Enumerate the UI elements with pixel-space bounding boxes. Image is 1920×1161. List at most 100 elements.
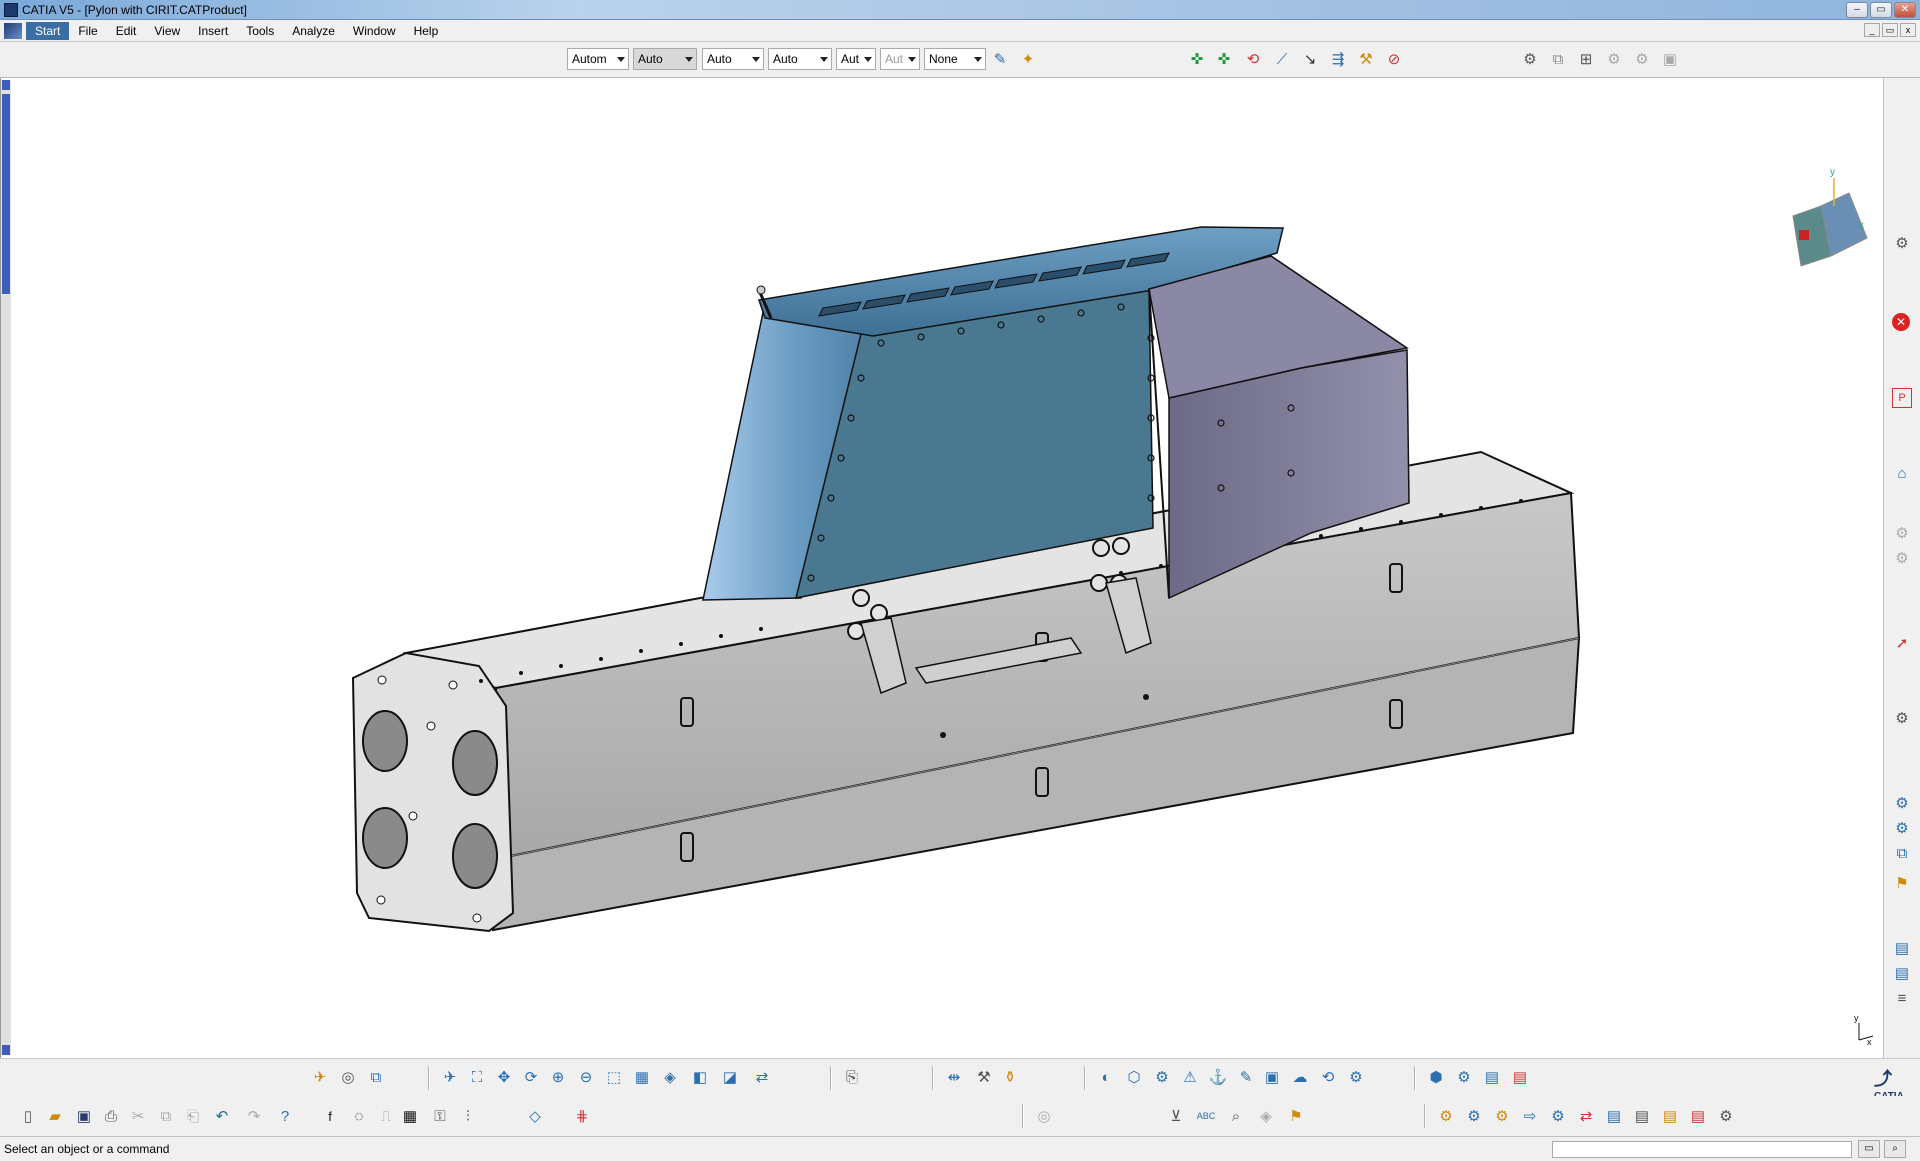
lock-icon[interactable]: ⚿ bbox=[430, 1106, 450, 1126]
scroll-thumb[interactable] bbox=[2, 94, 10, 294]
table-icon[interactable]: ▦ bbox=[400, 1106, 420, 1126]
pcs-icon[interactable]: P bbox=[1892, 388, 1912, 408]
fix-together-icon[interactable]: ⚙ bbox=[1892, 548, 1912, 568]
measure-item-icon[interactable]: ⊞ bbox=[1576, 49, 1596, 69]
document-icon[interactable] bbox=[4, 22, 22, 39]
compass-snap-icon[interactable]: ⟋ bbox=[1272, 49, 1292, 69]
power-input-field[interactable] bbox=[1552, 1141, 1852, 1158]
generate-catpart-icon[interactable]: ⎘ bbox=[842, 1067, 862, 1087]
undo-icon[interactable]: ↶ bbox=[212, 1106, 232, 1126]
manipulation-icon[interactable]: ⚒ bbox=[1356, 49, 1376, 69]
new-document-icon[interactable]: ▯ bbox=[18, 1106, 38, 1126]
status-option-button[interactable]: ▭ bbox=[1858, 1140, 1880, 1158]
swap-visible-space-icon[interactable]: ⇄ bbox=[752, 1067, 772, 1087]
cursor-icon[interactable]: ➚ bbox=[1892, 633, 1912, 653]
fit-all-icon[interactable]: ◎ bbox=[338, 1067, 358, 1087]
fix-component-icon[interactable]: ⚙ bbox=[1892, 523, 1912, 543]
multi-view-icon[interactable]: ⧉ bbox=[366, 1067, 386, 1087]
product-tool-4-icon[interactable]: ⇨ bbox=[1520, 1106, 1540, 1126]
scenes-icon[interactable]: ◐ bbox=[1096, 1067, 1116, 1087]
product-tool-7-icon[interactable]: ▤ bbox=[1604, 1106, 1624, 1126]
shading-icon[interactable]: ◧ bbox=[690, 1067, 710, 1087]
distance-band-icon[interactable]: ⇹ bbox=[944, 1067, 964, 1087]
whats-this-icon[interactable]: ? bbox=[275, 1106, 295, 1126]
constraint-icon[interactable]: ⌂ bbox=[1892, 463, 1912, 483]
product-tool-9-icon[interactable]: ▤ bbox=[1660, 1106, 1680, 1126]
transparency-combo[interactable]: Auto bbox=[633, 48, 697, 70]
graphic-properties-wizard-icon[interactable]: ✦ bbox=[1018, 49, 1038, 69]
snap-manipulate-icon[interactable]: ⚙ bbox=[1152, 1067, 1172, 1087]
report-icon[interactable]: ▤ bbox=[1510, 1067, 1530, 1087]
product-tool-8-icon[interactable]: ▤ bbox=[1632, 1106, 1652, 1126]
reorder-icon[interactable]: ⚙ bbox=[1892, 818, 1912, 838]
catalog-browser-icon[interactable]: ⚙ bbox=[1520, 49, 1540, 69]
update-all-icon[interactable]: ◎ bbox=[1034, 1106, 1054, 1126]
explode-view-icon[interactable]: ⬡ bbox=[1124, 1067, 1144, 1087]
symmetry-icon[interactable]: ⟲ bbox=[1318, 1067, 1338, 1087]
status-power-button[interactable]: ⌕ bbox=[1884, 1140, 1906, 1158]
product-tool-11-icon[interactable]: ⚙ bbox=[1716, 1106, 1736, 1126]
reuse-pattern-icon[interactable]: ⚙ bbox=[1346, 1067, 1366, 1087]
catalog-icon[interactable]: ⬢ bbox=[1426, 1067, 1446, 1087]
redo-icon[interactable]: ↷ bbox=[244, 1106, 264, 1126]
open-icon[interactable]: ▰ bbox=[45, 1106, 65, 1126]
link-icon[interactable]: ⎍ bbox=[376, 1106, 396, 1126]
clash-analysis-icon[interactable]: ⚒ bbox=[974, 1067, 994, 1087]
zoom-in-icon[interactable]: ⊕ bbox=[548, 1067, 568, 1087]
knowledge-icon[interactable]: ▤ bbox=[1482, 1067, 1502, 1087]
apply-material-icon[interactable]: ⌕ bbox=[1226, 1106, 1246, 1126]
assembly-features-icon[interactable]: ⚠ bbox=[1180, 1067, 1200, 1087]
doc-restore-button[interactable]: ▭ bbox=[1882, 23, 1898, 37]
catia-app-icon[interactable] bbox=[4, 2, 18, 17]
view-background-icon[interactable]: ⚑ bbox=[1286, 1106, 1306, 1126]
sketch-plane-icon[interactable]: ◇ bbox=[525, 1106, 545, 1126]
layer-combo[interactable]: None bbox=[924, 48, 986, 70]
3d-viewport[interactable]: y x y x bbox=[0, 78, 1883, 1058]
save-icon[interactable]: ▣ bbox=[74, 1106, 94, 1126]
menu-edit[interactable]: Edit bbox=[107, 22, 146, 40]
menu-help[interactable]: Help bbox=[405, 22, 448, 40]
normal-view-icon[interactable]: ⬚ bbox=[604, 1067, 624, 1087]
formula-icon[interactable]: f bbox=[320, 1106, 340, 1126]
zoom-out-icon[interactable]: ⊖ bbox=[576, 1067, 596, 1087]
print-icon[interactable]: ⎙ bbox=[101, 1106, 121, 1126]
hide-show-icon[interactable]: ◪ bbox=[720, 1067, 740, 1087]
explode-icon[interactable]: ⇶ bbox=[1328, 49, 1348, 69]
multi-instantiation-icon[interactable]: ⧉ bbox=[1892, 843, 1912, 863]
line-type-combo[interactable]: Auto bbox=[768, 48, 832, 70]
menu-window[interactable]: Window bbox=[344, 22, 405, 40]
measure-between-bottom-icon[interactable]: ⊻ bbox=[1166, 1106, 1186, 1126]
vertical-scrollbar[interactable] bbox=[1, 80, 11, 1055]
rendering-style-combo[interactable]: Aut bbox=[880, 48, 920, 70]
product-tool-2-icon[interactable]: ⚙ bbox=[1464, 1106, 1484, 1126]
paste-icon[interactable]: ⎗ bbox=[183, 1106, 203, 1126]
new-product-icon[interactable]: ▤ bbox=[1892, 963, 1912, 983]
menu-start[interactable]: Start bbox=[26, 21, 70, 40]
scroll-down-arrow[interactable] bbox=[2, 1045, 10, 1055]
product-tool-6-icon[interactable]: ⇄ bbox=[1576, 1106, 1596, 1126]
clash-icon[interactable]: ⚙ bbox=[1632, 49, 1652, 69]
scroll-up-arrow[interactable] bbox=[2, 80, 10, 90]
fly-mode-icon[interactable]: ✈ bbox=[310, 1067, 330, 1087]
annotation-abc-icon[interactable]: ABC bbox=[1196, 1106, 1216, 1126]
menu-insert[interactable]: Insert bbox=[189, 22, 237, 40]
create-multi-view-icon[interactable]: ▦ bbox=[632, 1067, 652, 1087]
fill-color-combo[interactable]: Autom bbox=[567, 48, 629, 70]
rotate-icon[interactable]: ⟳ bbox=[521, 1067, 541, 1087]
rotate-axis-icon[interactable]: ✜ bbox=[1214, 49, 1234, 69]
doc-close-button[interactable]: x bbox=[1900, 23, 1916, 37]
smart-move-icon[interactable]: ↘ bbox=[1300, 49, 1320, 69]
snap-icon[interactable]: ⟲ bbox=[1243, 49, 1263, 69]
pocket-icon[interactable]: ▣ bbox=[1262, 1067, 1282, 1087]
menu-view[interactable]: View bbox=[145, 22, 189, 40]
close-button[interactable]: ✕ bbox=[1894, 2, 1916, 18]
product-tool-10-icon[interactable]: ▤ bbox=[1688, 1106, 1708, 1126]
measure-inertia-icon[interactable]: ⚙ bbox=[1604, 49, 1624, 69]
doc-minimize-button[interactable]: _ bbox=[1864, 23, 1880, 37]
fly-icon[interactable]: ✈ bbox=[440, 1067, 460, 1087]
hole-icon[interactable]: ✎ bbox=[1236, 1067, 1256, 1087]
view-compass[interactable]: y x bbox=[1792, 167, 1868, 267]
pylon-3d-model[interactable]: y x y x bbox=[1, 78, 1884, 1058]
pan-axis-icon[interactable]: ✜ bbox=[1187, 49, 1207, 69]
format-painter-icon[interactable]: ✎ bbox=[990, 49, 1010, 69]
